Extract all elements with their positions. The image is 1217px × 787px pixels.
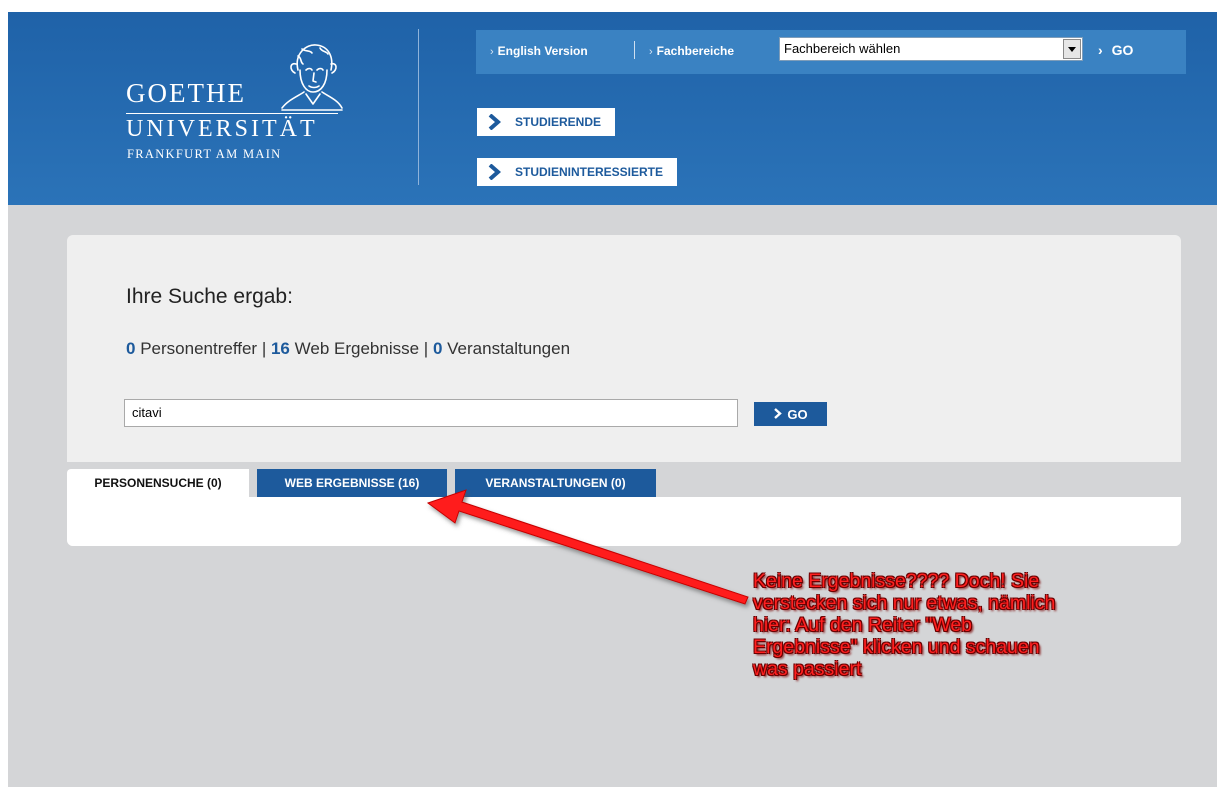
- results-tabs: PERSONENSUCHE (0) WEB ERGEBNISSE (16) VE…: [67, 462, 1181, 497]
- search-input[interactable]: citavi: [124, 399, 738, 427]
- dropdown-arrow-icon[interactable]: [1063, 39, 1081, 59]
- university-logo[interactable]: GOETHE UNIVERSITÄT FRANKFURT AM MAIN: [126, 40, 356, 170]
- logo-city-text: FRANKFURT AM MAIN: [127, 147, 282, 161]
- counts-separator: |: [261, 339, 267, 358]
- topbar-separator: [634, 41, 635, 59]
- persons-count-label: Personentreffer: [140, 339, 258, 358]
- tab-content-area: [67, 497, 1181, 546]
- logo-universitaet-text: UNIVERSITÄT: [126, 116, 318, 142]
- chevron-right-icon: ›: [649, 46, 653, 58]
- go-label: GO: [1111, 42, 1134, 58]
- annotation-line: hier: Auf den Reiter "Web: [753, 614, 973, 636]
- goethe-portrait-icon: [281, 44, 343, 111]
- fachbereiche-link[interactable]: › Fachbereiche: [649, 44, 734, 58]
- chevron-right-icon: [485, 113, 503, 131]
- studieninteressierte-button[interactable]: STUDIENINTERESSIERTE: [477, 158, 678, 186]
- events-count-link[interactable]: 0: [433, 339, 442, 358]
- search-results-counts: 0 Personentreffer | 16 Web Ergebnisse | …: [126, 339, 570, 359]
- search-results-panel: Ihre Suche ergab: 0 Personentreffer | 16…: [67, 235, 1181, 546]
- annotation-line: verstecken sich nur etwas, nämlich: [753, 592, 1056, 614]
- header-divider: [418, 29, 419, 185]
- site-header: GOETHE UNIVERSITÄT FRANKFURT AM MAIN › En…: [8, 12, 1217, 205]
- english-version-label: English Version: [497, 44, 588, 58]
- fachbereich-go-button[interactable]: › GO: [1098, 42, 1133, 58]
- logo-goethe-text: GOETHE: [126, 78, 246, 108]
- annotation-line: Ergebnisse" klicken und schauen: [753, 636, 1040, 658]
- search-go-button[interactable]: GO: [754, 402, 827, 426]
- chevron-right-icon: [773, 407, 783, 422]
- fachbereiche-label: Fachbereiche: [656, 44, 735, 58]
- studieninteressierte-label: STUDIENINTERESSIERTE: [515, 165, 664, 179]
- events-count-label: Veranstaltungen: [447, 339, 571, 358]
- logo-divider: [126, 113, 338, 114]
- chevron-right-icon: [485, 163, 503, 181]
- counts-separator: |: [423, 339, 429, 358]
- fachbereich-select-value: Fachbereich wählen: [784, 41, 901, 56]
- fachbereich-select[interactable]: Fachbereich wählen: [779, 37, 1083, 61]
- web-count-link[interactable]: 16: [271, 339, 290, 358]
- tab-personensuche[interactable]: PERSONENSUCHE (0): [67, 469, 249, 497]
- tab-veranstaltungen[interactable]: VERANSTALTUNGEN (0): [455, 469, 656, 497]
- annotation-line: was passiert: [753, 658, 862, 680]
- top-utility-bar: › English Version › Fachbereiche Fachberei…: [476, 30, 1186, 74]
- annotation-note: Keine Ergebnisse???? Doch! Sie verstecke…: [753, 570, 1173, 680]
- persons-count-link[interactable]: 0: [126, 339, 135, 358]
- search-results-title: Ihre Suche ergab:: [126, 285, 293, 308]
- english-version-link[interactable]: › English Version: [490, 44, 588, 58]
- chevron-right-icon: ›: [1098, 42, 1103, 58]
- studierende-button[interactable]: STUDIERENDE: [477, 108, 616, 136]
- page-frame: GOETHE UNIVERSITÄT FRANKFURT AM MAIN › En…: [8, 12, 1217, 787]
- annotation-line: Keine Ergebnisse???? Doch! Sie: [753, 570, 1040, 592]
- search-go-label: GO: [787, 406, 808, 422]
- studierende-label: STUDIERENDE: [515, 115, 602, 129]
- chevron-right-icon: ›: [490, 46, 494, 58]
- web-count-label: Web Ergebnisse: [294, 339, 420, 358]
- tab-web-ergebnisse[interactable]: WEB ERGEBNISSE (16): [257, 469, 447, 497]
